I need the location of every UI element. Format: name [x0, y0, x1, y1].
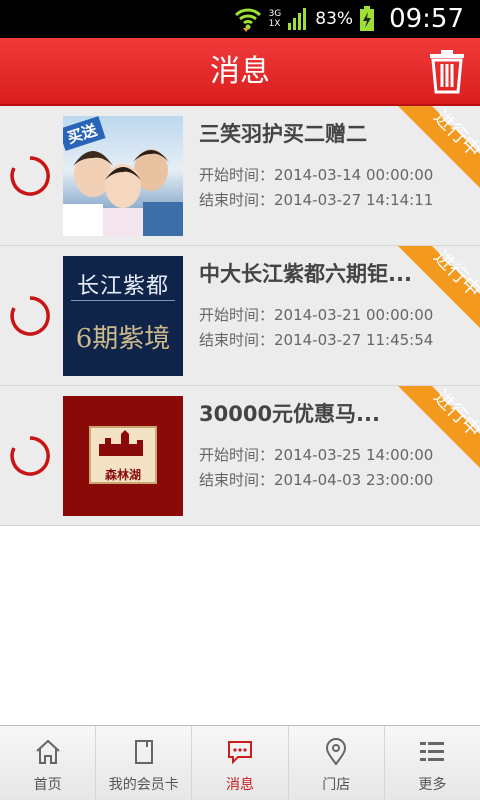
ribbon-shape: 进行中: [398, 386, 480, 468]
tab-member-card[interactable]: 我的会员卡: [96, 726, 193, 800]
message-item[interactable]: 买送 三笑羽护买二赠二 开始时间：2014-03-14 00:00:00 结束时…: [0, 106, 480, 246]
message-end-time: 结束时间：2014-04-03 23:00:00: [199, 471, 434, 489]
thumb-logo-box: 森林湖: [89, 426, 157, 484]
message-thumbnail: 长江紫都 6期紫境: [63, 256, 183, 376]
clock: 09:57: [389, 4, 464, 34]
bottom-tab-bar: 首页 我的会员卡 消息 门店 更多: [0, 725, 480, 800]
card-icon: [134, 740, 153, 764]
trash-icon[interactable]: [428, 50, 466, 94]
status-ribbon: 进行中: [398, 246, 480, 328]
network-type: 3G 1X: [269, 9, 282, 29]
select-circle-icon[interactable]: [9, 155, 51, 197]
message-end-time: 结束时间：2014-03-27 14:14:11: [199, 191, 434, 209]
signal-icon: [288, 8, 307, 30]
location-pin-icon: [326, 738, 347, 766]
message-item[interactable]: 森林湖 30000元优惠马... 开始时间：2014-03-25 14:00:0…: [0, 386, 480, 526]
tab-messages-label: 消息: [226, 777, 254, 793]
thumb-subtitle-text: 6期紫境: [75, 324, 171, 354]
thumb-title-text: 长江紫都: [76, 274, 169, 299]
tab-more-label: 更多: [418, 777, 447, 793]
select-circle-icon[interactable]: [9, 435, 51, 477]
message-end-time: 结束时间：2014-03-27 11:45:54: [199, 331, 434, 349]
message-list: 买送 三笑羽护买二赠二 开始时间：2014-03-14 00:00:00 结束时…: [0, 106, 480, 526]
tab-messages[interactable]: 消息: [192, 726, 289, 800]
tab-more[interactable]: 更多: [385, 726, 480, 800]
status-bar: 3G 1X 83% 09:57: [0, 0, 480, 38]
tab-stores[interactable]: 门店: [289, 726, 385, 800]
home-icon: [35, 739, 60, 764]
status-ribbon: 进行中: [398, 106, 480, 188]
castle-logo-icon: [99, 430, 143, 456]
ribbon-shape: 进行中: [398, 246, 480, 328]
battery-percent: 83%: [315, 9, 354, 29]
app-header: 消息: [0, 38, 480, 106]
thumb-logo-text: 森林湖: [104, 468, 141, 482]
page-title: 消息: [210, 54, 270, 89]
status-ribbon: 进行中: [398, 386, 480, 468]
battery-icon: [360, 6, 375, 31]
message-icon: [228, 741, 252, 765]
network-3g-label: 3G: [268, 9, 282, 19]
message-thumbnail: 买送: [63, 116, 183, 236]
tab-home-label: 首页: [33, 777, 62, 793]
wifi-icon: [234, 8, 261, 32]
more-grid-icon: [420, 742, 445, 761]
message-thumbnail: 森林湖: [63, 396, 183, 516]
ribbon-shape: 进行中: [398, 106, 480, 188]
select-circle-icon[interactable]: [9, 295, 51, 337]
status-icons: 3G 1X 83% 09:57: [233, 0, 464, 38]
network-1x-label: 1X: [268, 19, 281, 29]
message-item[interactable]: 长江紫都 6期紫境 中大长江紫都六期钜... 开始时间：2014-03-21 0…: [0, 246, 480, 386]
tab-stores-label: 门店: [322, 777, 351, 793]
tab-member-card-label: 我的会员卡: [108, 777, 179, 793]
thumb-divider: [71, 300, 175, 301]
tab-home[interactable]: 首页: [0, 726, 97, 800]
